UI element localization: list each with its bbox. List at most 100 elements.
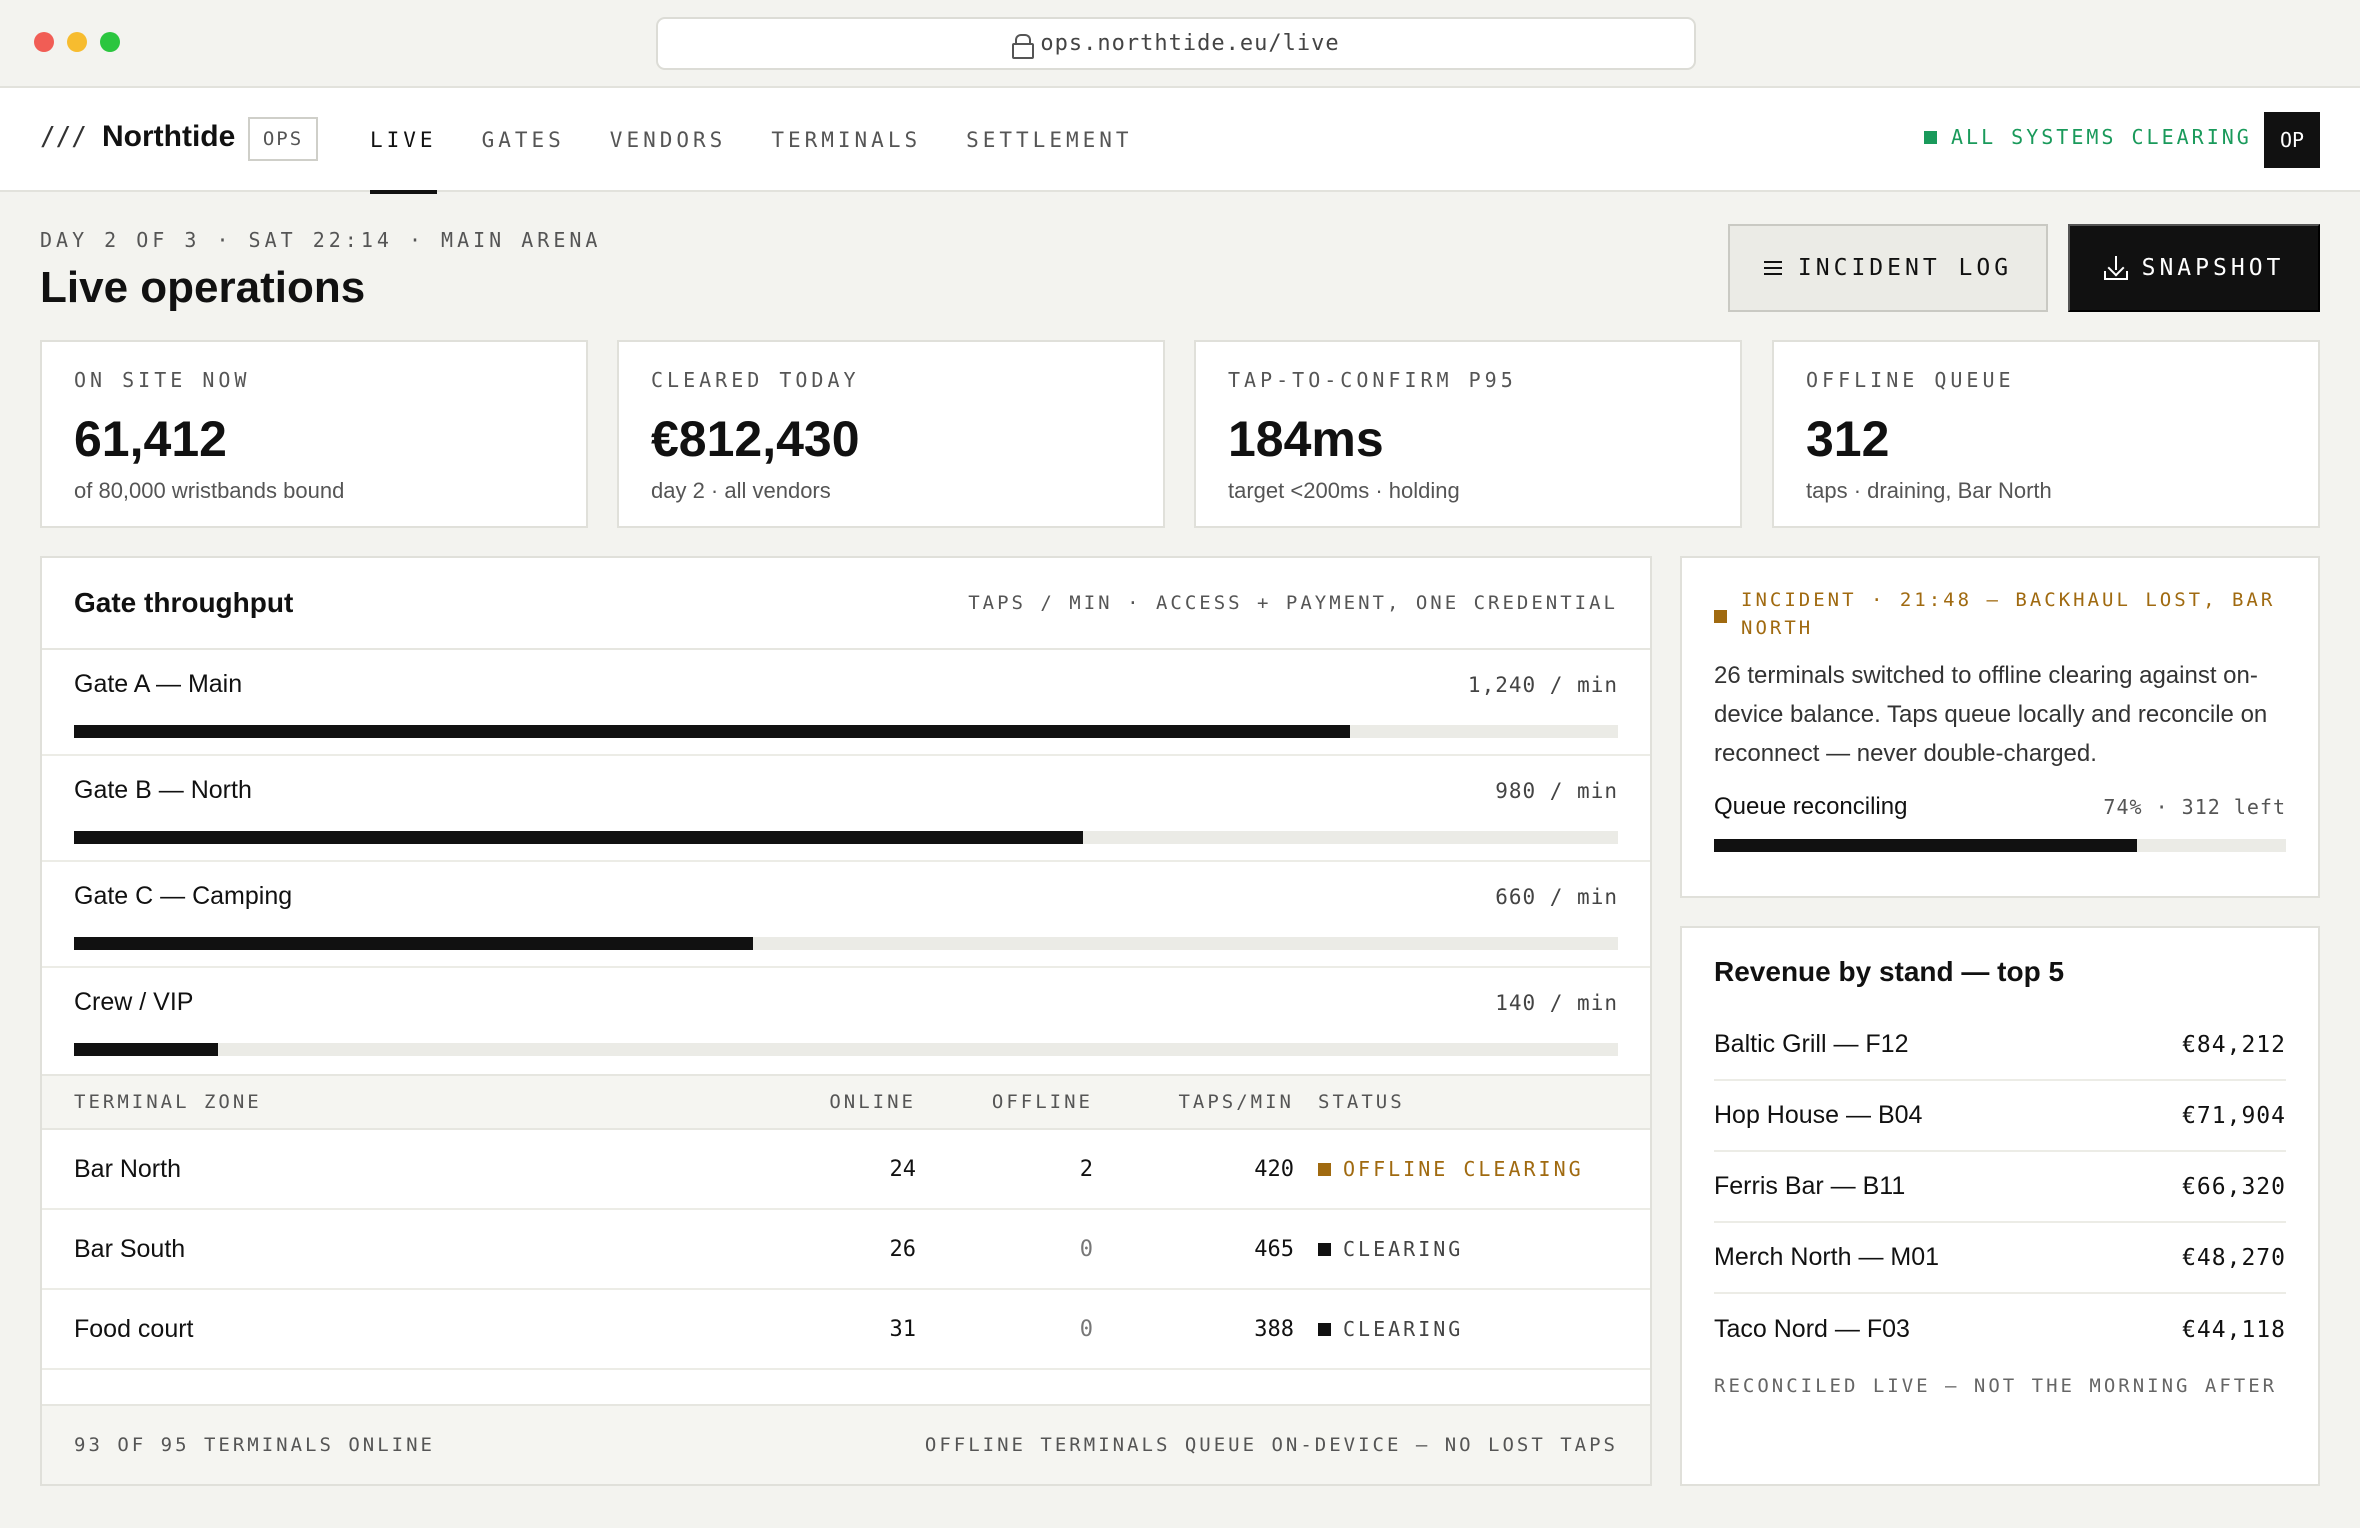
gate-panel-meta: TAPS / MIN · ACCESS + PAYMENT, ONE CREDE… (968, 592, 1618, 614)
nav-tab-gates[interactable]: GATES (482, 88, 565, 192)
menu-icon (1763, 261, 1782, 275)
table-row[interactable]: Bar South 26 0 465 CLEARING (42, 1210, 1650, 1290)
offline-queue-note: OFFLINE TERMINALS QUEUE ON-DEVICE — NO L… (924, 1434, 1618, 1456)
terminals-online-summary: 93 OF 95 TERMINALS ONLINE (74, 1434, 435, 1456)
stand-name: Hop House — B04 (1714, 1101, 1923, 1129)
stand-revenue: €84,212 (2182, 1031, 2286, 1058)
kpi-sub: taps · draining, Bar North (1806, 478, 2052, 503)
gate-bar-track (74, 1043, 1618, 1056)
page-eyebrow: DAY 2 OF 3 · SAT 22:14 · MAIN ARENA (40, 228, 602, 252)
address-bar-url: ops.northtide.eu/live (1040, 31, 1340, 56)
gate-bar-fill (74, 937, 754, 950)
gate-row[interactable]: Gate C — Camping 660 / min (42, 862, 1650, 968)
terminal-zone: Bar South (74, 1234, 186, 1263)
kpi-value: €812,430 (651, 411, 860, 467)
list-item[interactable]: Baltic Grill — F12 €84,212 (1714, 1010, 2286, 1081)
kpi-card-tap-to-confirm: TAP-TO-CONFIRM P95 184ms target <200ms ·… (1194, 340, 1742, 528)
nav-tab-settlement[interactable]: SETTLEMENT (966, 88, 1132, 192)
status-square-icon (1318, 1162, 1331, 1176)
stand-name: Ferris Bar — B11 (1714, 1172, 1906, 1200)
gate-bar-track (74, 725, 1618, 738)
stand-name: Merch North — M01 (1714, 1243, 1940, 1271)
incident-headline: INCIDENT · 21:48 — BACKHAUL LOST, BAR NO… (1741, 589, 2276, 639)
stand-name: Baltic Grill — F12 (1714, 1030, 1909, 1058)
terminal-zone: Bar North (74, 1154, 181, 1183)
gate-bar-track (74, 937, 1618, 950)
terminal-table-header: TERMINAL ZONE ONLINE OFFLINE TAPS/MIN ST… (42, 1074, 1650, 1130)
system-status: ALL SYSTEMS CLEARING (1924, 125, 2252, 149)
gate-panel-header: Gate throughput TAPS / MIN · ACCESS + PA… (42, 558, 1650, 650)
kpi-sub: day 2 · all vendors (651, 478, 831, 503)
address-bar[interactable]: ops.northtide.eu/live (656, 17, 1696, 70)
nav-tab-live[interactable]: LIVE (370, 88, 437, 194)
list-item[interactable]: Hop House — B04 €71,904 (1714, 1081, 2286, 1152)
stand-revenue: €66,320 (2182, 1173, 2286, 1200)
snapshot-button[interactable]: SNAPSHOT (2068, 224, 2320, 312)
queue-progress-meta: 74% · 312 left (2103, 795, 2286, 819)
col-zone[interactable]: TERMINAL ZONE (74, 1076, 262, 1128)
table-row[interactable]: Bar North 24 2 420 OFFLINE CLEARING (42, 1130, 1650, 1210)
status-text: CLEARING (1343, 1237, 1464, 1261)
gate-name: Gate A — Main (74, 670, 243, 698)
kpi-value: 184ms (1228, 411, 1384, 467)
status-dot-icon (1924, 130, 1937, 144)
table-row[interactable]: Food court 31 0 388 CLEARING (42, 1290, 1650, 1370)
revenue-panel: Revenue by stand — top 5 Baltic Grill — … (1680, 926, 2320, 1486)
status-badge: CLEARING (1318, 1290, 1463, 1368)
col-online[interactable]: ONLINE (776, 1076, 916, 1128)
gate-row[interactable]: Gate A — Main 1,240 / min (42, 650, 1650, 756)
incident-log-button[interactable]: INCIDENT LOG (1728, 224, 2048, 312)
terminal-zone: Food court (74, 1314, 194, 1343)
terminal-offline: 0 (1079, 1316, 1093, 1342)
status-text: CLEARING (1343, 1317, 1464, 1341)
stand-revenue: €44,118 (2182, 1316, 2286, 1343)
kpi-label: ON SITE NOW (74, 368, 251, 392)
col-taps[interactable]: TAPS/MIN (1134, 1076, 1294, 1128)
revenue-title: Revenue by stand — top 5 (1714, 956, 2065, 987)
brand-logo[interactable]: Northtide (102, 120, 235, 154)
kpi-label: TAP-TO-CONFIRM P95 (1228, 368, 1517, 392)
terminal-online: 26 (889, 1236, 917, 1262)
gate-rate: 660 / min (1495, 884, 1618, 909)
list-item[interactable]: Taco Nord — F03 €44,118 (1714, 1294, 2286, 1365)
queue-progress-row: Queue reconciling 74% · 312 left (1714, 793, 2286, 821)
status-square-icon (1318, 1322, 1331, 1336)
col-status[interactable]: STATUS (1318, 1076, 1405, 1128)
window-maximize-button[interactable] (100, 32, 120, 52)
gate-name: Crew / VIP (74, 988, 194, 1016)
nav-tab-vendors[interactable]: VENDORS (610, 88, 727, 192)
page-title: Live operations (40, 263, 366, 312)
col-offline[interactable]: OFFLINE (953, 1076, 1093, 1128)
gate-rate: 140 / min (1495, 990, 1618, 1015)
terminal-taps: 465 (1254, 1236, 1294, 1262)
window-minimize-button[interactable] (67, 32, 87, 52)
kpi-card-offline-queue: OFFLINE QUEUE 312 taps · draining, Bar N… (1772, 340, 2320, 528)
gate-bar-fill (74, 831, 1083, 844)
gate-rate: 980 / min (1495, 778, 1618, 803)
main-nav: LIVE GATES VENDORS TERMINALS SETTLEMENT (370, 88, 1178, 194)
stand-revenue: €48,270 (2182, 1244, 2286, 1271)
kpi-label: CLEARED TODAY (651, 368, 860, 392)
gate-row[interactable]: Gate B — North 980 / min (42, 756, 1650, 862)
terminal-footer: 93 OF 95 TERMINALS ONLINE OFFLINE TERMIN… (42, 1404, 1650, 1484)
kpi-sub: target <200ms · holding (1228, 478, 1460, 503)
status-text: OFFLINE CLEARING (1343, 1157, 1584, 1181)
gate-name: Gate C — Camping (74, 882, 293, 910)
terminal-online: 31 (889, 1316, 917, 1342)
window-close-button[interactable] (34, 32, 54, 52)
incident-panel: INCIDENT · 21:48 — BACKHAUL LOST, BAR NO… (1680, 556, 2320, 898)
status-square-icon (1318, 1242, 1331, 1256)
stand-revenue: €71,904 (2182, 1102, 2286, 1129)
nav-tab-terminals[interactable]: TERMINALS (771, 88, 921, 192)
revenue-note: RECONCILED LIVE — NOT THE MORNING AFTER (1714, 1375, 2278, 1397)
list-item[interactable]: Merch North — M01 €48,270 (1714, 1223, 2286, 1294)
gate-row[interactable]: Crew / VIP 140 / min (42, 968, 1650, 1074)
user-avatar[interactable]: OP (2264, 112, 2320, 168)
list-item[interactable]: Ferris Bar — B11 €66,320 (1714, 1152, 2286, 1223)
queue-progress-label: Queue reconciling (1714, 793, 1908, 820)
terminal-taps: 388 (1254, 1316, 1294, 1342)
system-status-text: ALL SYSTEMS CLEARING (1951, 125, 2252, 149)
app-header: /// Northtide OPS LIVE GATES VENDORS TER… (0, 88, 2360, 194)
gate-rate: 1,240 / min (1467, 672, 1618, 697)
gate-panel-title: Gate throughput (74, 587, 294, 618)
